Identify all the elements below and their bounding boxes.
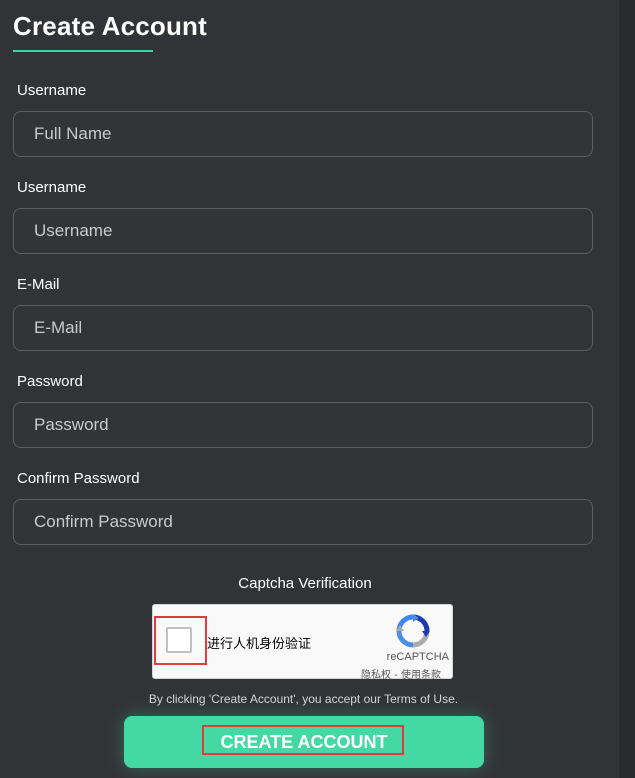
full-name-label: Username <box>17 82 87 99</box>
form-panel: Create Account Username Username E-Mail … <box>0 0 619 778</box>
right-scroll-strip <box>619 0 635 778</box>
recaptcha-checkbox-label: 进行人机身份验证 <box>207 637 312 652</box>
terms-prefix: By clicking 'Create Account', you accept… <box>148 692 385 706</box>
recaptcha-terms-link[interactable]: 使用条款 <box>401 670 441 681</box>
password-label: Password <box>17 373 83 390</box>
recaptcha-privacy-link[interactable]: 隐私权 <box>361 670 391 681</box>
full-name-input[interactable] <box>13 111 593 157</box>
confirm-password-label: Confirm Password <box>17 470 140 487</box>
email-input[interactable] <box>13 305 593 351</box>
recaptcha-brand: reCAPTCHA <box>386 651 449 663</box>
recaptcha-links-separator: - <box>391 670 401 681</box>
recaptcha-logo-icon <box>396 614 430 648</box>
create-account-button-label: CREATE ACCOUNT <box>220 732 388 752</box>
username-label: Username <box>17 179 87 196</box>
recaptcha-checkbox[interactable] <box>166 627 192 653</box>
captcha-label: Captcha Verification <box>238 575 372 592</box>
terms-notice: By clicking 'Create Account', you accept… <box>0 692 607 706</box>
terms-suffix: . <box>454 692 459 706</box>
confirm-password-input[interactable] <box>13 499 593 545</box>
password-input[interactable] <box>13 402 593 448</box>
create-account-button[interactable]: CREATE ACCOUNT <box>124 716 484 768</box>
recaptcha-widget: 进行人机身份验证 reCAPTCHA 隐私权 - 使用条款 <box>152 604 453 681</box>
email-label: E-Mail <box>17 276 60 293</box>
terms-of-use-link[interactable]: Terms of Use <box>384 692 455 706</box>
username-input[interactable] <box>13 208 593 254</box>
recaptcha-links: 隐私权 - 使用条款 <box>361 666 441 681</box>
page-title: Create Account <box>13 11 207 41</box>
create-account-page: Create Account Username Username E-Mail … <box>0 0 635 778</box>
title-underline <box>13 50 153 52</box>
